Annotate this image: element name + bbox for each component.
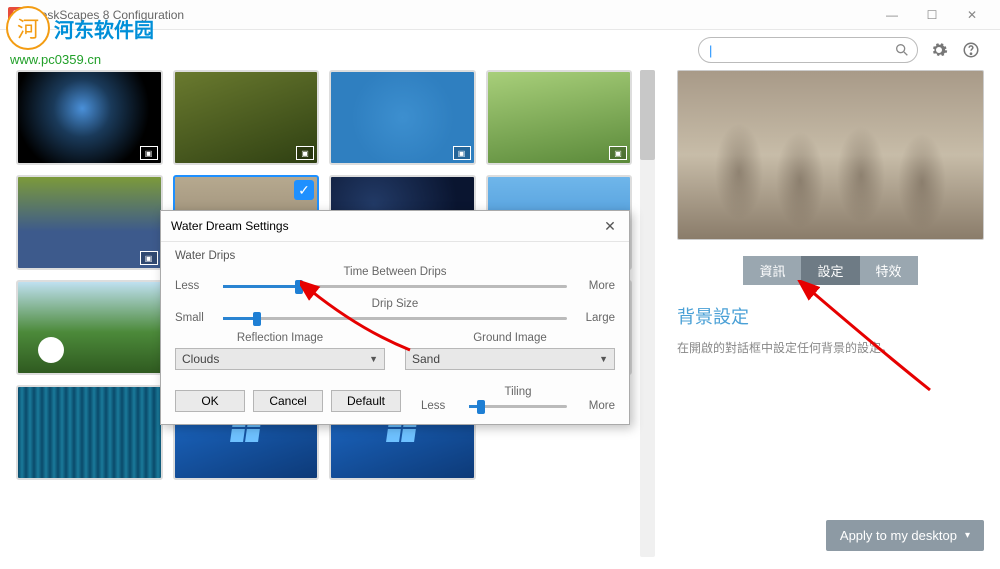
section-desc: 在開啟的對話框中設定任何背景的設定。 bbox=[677, 339, 984, 356]
reflection-dropdown[interactable]: Clouds ▼ bbox=[175, 348, 385, 370]
reflection-value: Clouds bbox=[182, 352, 219, 366]
slider-tiling-handle[interactable] bbox=[477, 400, 485, 414]
watermark: 河 河东软件园 www.pc0359.cn bbox=[6, 6, 154, 67]
wallpaper-thumb[interactable] bbox=[16, 280, 163, 375]
watermark-url: www.pc0359.cn bbox=[10, 52, 154, 67]
wallpaper-thumb[interactable]: ▣ bbox=[16, 70, 163, 165]
settings-dialog: Water Dream Settings ✕ Water Drips Time … bbox=[160, 210, 630, 425]
dialog-title: Water Dream Settings bbox=[171, 219, 289, 233]
ok-button[interactable]: OK bbox=[175, 390, 245, 412]
watermark-logo-icon: 河 bbox=[6, 6, 50, 50]
wallpaper-thumb[interactable] bbox=[16, 385, 163, 480]
help-icon[interactable] bbox=[960, 39, 982, 61]
slider-time-title: Time Between Drips bbox=[175, 266, 615, 278]
video-badge-icon: ▣ bbox=[296, 146, 314, 160]
slider-tiling-track[interactable] bbox=[469, 405, 567, 408]
video-badge-icon: ▣ bbox=[140, 251, 158, 265]
chevron-down-icon: ▼ bbox=[369, 354, 378, 364]
video-badge-icon: ▣ bbox=[609, 146, 627, 160]
minimize-button[interactable]: — bbox=[872, 1, 912, 29]
scrollbar-thumb[interactable] bbox=[640, 70, 655, 160]
wallpaper-thumb[interactable]: ▣ bbox=[486, 70, 633, 165]
ground-value: Sand bbox=[412, 352, 440, 366]
apply-button[interactable]: Apply to my desktop ▾ bbox=[826, 520, 984, 551]
slider-time-left: Less bbox=[175, 280, 215, 292]
wallpaper-thumb[interactable]: ▣ bbox=[329, 70, 476, 165]
slider-size-handle[interactable] bbox=[253, 312, 261, 326]
slider-time-right: More bbox=[575, 280, 615, 292]
preview-pane: 資訊 設定 特效 背景設定 在開啟的對話框中設定任何背景的設定。 Apply t… bbox=[655, 70, 984, 557]
slider-size-track[interactable] bbox=[223, 317, 567, 320]
close-button[interactable]: ✕ bbox=[952, 1, 992, 29]
gallery-scrollbar[interactable] bbox=[640, 70, 655, 557]
video-badge-icon: ▣ bbox=[453, 146, 471, 160]
preview-tabs: 資訊 設定 特效 bbox=[743, 256, 917, 285]
group-water-drips: Water Drips bbox=[175, 250, 615, 262]
selected-check-icon: ✓ bbox=[294, 180, 314, 200]
reflection-label: Reflection Image bbox=[175, 332, 385, 344]
apply-button-label: Apply to my desktop bbox=[840, 528, 957, 543]
wallpaper-thumb[interactable]: ▣ bbox=[16, 175, 163, 270]
dialog-titlebar[interactable]: Water Dream Settings ✕ bbox=[161, 211, 629, 242]
watermark-brand: 河东软件园 bbox=[54, 14, 154, 43]
slider-size-left: Small bbox=[175, 312, 215, 324]
ground-label: Ground Image bbox=[405, 332, 615, 344]
chevron-down-icon: ▾ bbox=[965, 530, 970, 541]
search-icon[interactable] bbox=[893, 41, 911, 59]
search-input[interactable] bbox=[716, 43, 893, 57]
slider-size-right: Large bbox=[575, 312, 615, 324]
tab-info[interactable]: 資訊 bbox=[743, 256, 801, 285]
section-title: 背景設定 bbox=[677, 303, 984, 329]
maximize-button[interactable]: ☐ bbox=[912, 1, 952, 29]
default-button[interactable]: Default bbox=[331, 390, 401, 412]
settings-icon[interactable] bbox=[928, 39, 950, 61]
slider-tiling-left: Less bbox=[421, 400, 461, 412]
ground-dropdown[interactable]: Sand ▼ bbox=[405, 348, 615, 370]
slider-tiling-title: Tiling bbox=[421, 386, 615, 398]
cancel-button[interactable]: Cancel bbox=[253, 390, 323, 412]
preview-image bbox=[677, 70, 984, 240]
tab-effects[interactable]: 特效 bbox=[860, 256, 918, 285]
search-caret-icon: | bbox=[709, 43, 712, 58]
main-window: 河 河东软件园 www.pc0359.cn S DeskScapes 8 Con… bbox=[0, 0, 1000, 569]
slider-time-handle[interactable] bbox=[295, 280, 303, 294]
slider-tiling-right: More bbox=[575, 400, 615, 412]
slider-time-track[interactable] bbox=[223, 285, 567, 288]
tab-settings[interactable]: 設定 bbox=[801, 256, 859, 285]
chevron-down-icon: ▼ bbox=[599, 354, 608, 364]
dialog-close-button[interactable]: ✕ bbox=[601, 217, 619, 235]
search-box[interactable]: | bbox=[698, 37, 918, 63]
slider-size-title: Drip Size bbox=[175, 298, 615, 310]
wallpaper-thumb[interactable]: ▣ bbox=[173, 70, 320, 165]
window-title: DeskScapes 8 Configuration bbox=[32, 8, 872, 22]
video-badge-icon: ▣ bbox=[140, 146, 158, 160]
